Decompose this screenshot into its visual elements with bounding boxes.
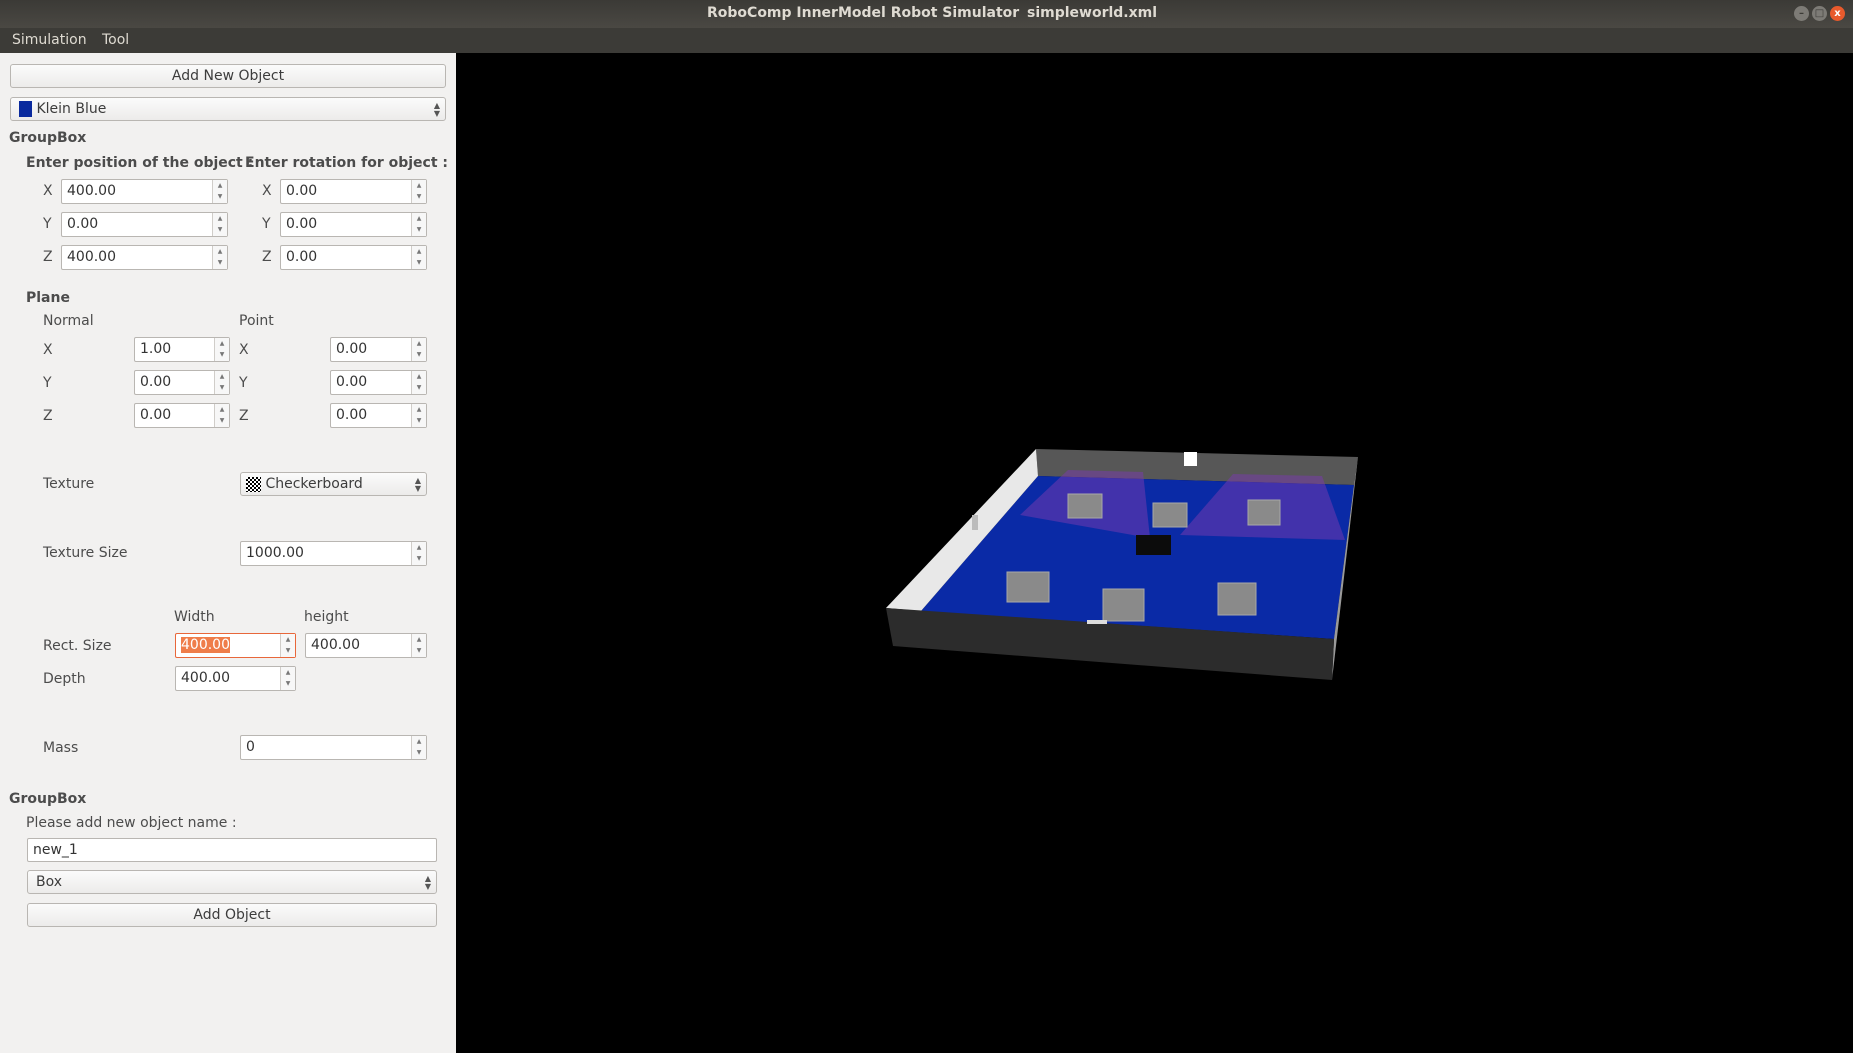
marker <box>972 515 978 530</box>
robot <box>1136 535 1171 555</box>
box <box>1247 499 1281 526</box>
marker <box>1087 620 1107 624</box>
marker <box>1184 452 1197 466</box>
box <box>1217 582 1257 616</box>
box <box>1067 493 1103 519</box>
box <box>1102 588 1145 622</box>
box <box>1152 502 1188 528</box>
box <box>1006 571 1050 603</box>
scene <box>886 449 1358 680</box>
